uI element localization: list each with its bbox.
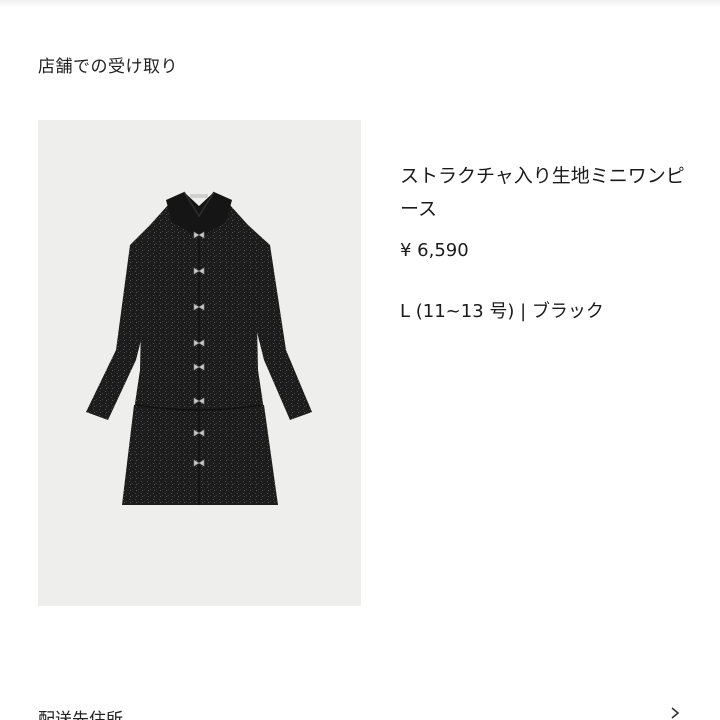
chevron-right-icon[interactable] xyxy=(668,706,682,720)
product-card[interactable]: ストラクチャ入り生地ミニワンピース ¥ 6,590 L (11~13 号) | … xyxy=(38,120,698,610)
product-name: ストラクチャ入り生地ミニワンピース xyxy=(400,165,685,220)
product-info: ストラクチャ入り生地ミニワンピース ¥ 6,590 L (11~13 号) | … xyxy=(400,160,700,323)
section-title: 店舗での受け取り xyxy=(38,57,178,77)
product-price: ¥ 6,590 xyxy=(400,240,469,261)
pickup-page: 店舗での受け取り ストラクチャ入り生地ミニワンピース ¥ 6,590 L (11… xyxy=(0,0,720,720)
top-divider xyxy=(0,0,720,8)
product-image[interactable] xyxy=(38,120,361,606)
shipping-address-section[interactable]: 配送先住所 xyxy=(38,705,123,720)
product-variant: L (11~13 号) | ブラック xyxy=(400,301,604,322)
dress-photo-icon xyxy=(86,191,312,505)
